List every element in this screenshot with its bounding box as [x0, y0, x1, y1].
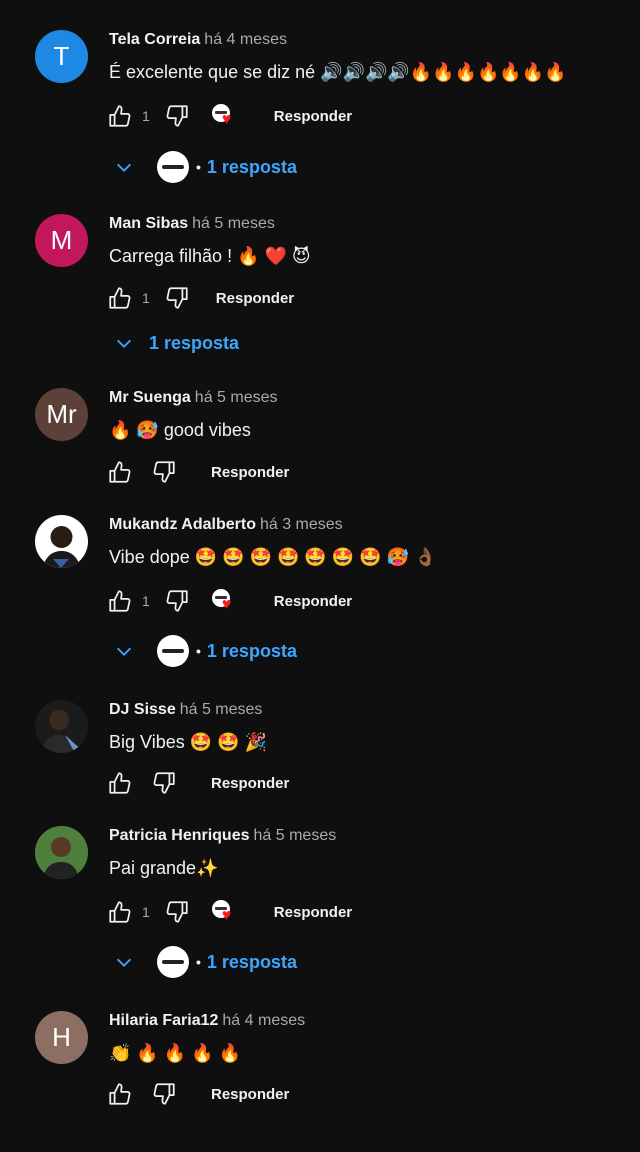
replies-label: 1 resposta [206, 156, 297, 177]
dislike-icon[interactable] [151, 459, 177, 485]
avatar[interactable] [35, 515, 88, 568]
comment-text: Pai grande✨ [109, 858, 219, 878]
reply-button[interactable]: Responder [211, 464, 289, 481]
avatar[interactable]: H [35, 1011, 88, 1064]
comment-text: 🔥 🥵 good vibes [109, 420, 251, 440]
comment-author[interactable]: Man Sibas [109, 215, 188, 232]
reply-button[interactable]: Responder [211, 775, 289, 792]
creator-heart-icon: ♥ [210, 102, 242, 130]
comment-text: 👏 🔥 🔥 🔥 🔥 [109, 1043, 242, 1063]
comment-author[interactable]: DJ Sisse [109, 701, 176, 718]
like-count: 1 [142, 290, 150, 306]
reply-button[interactable]: Responder [216, 290, 294, 307]
like-count: 1 [142, 904, 150, 920]
view-replies-button[interactable]: • 1 resposta [113, 944, 297, 980]
dislike-icon[interactable] [164, 103, 190, 129]
like-count: 1 [142, 593, 150, 609]
comment-time[interactable]: há 5 meses [180, 701, 263, 718]
replies-label: 1 resposta [206, 640, 297, 661]
view-replies-button[interactable]: 1 resposta [113, 325, 239, 361]
chevron-down-icon [116, 647, 132, 656]
creator-heart-icon: ♥ [210, 587, 242, 615]
comment-actions: 1 ♥ Responder [107, 102, 352, 130]
person-photo-icon [43, 526, 80, 568]
like-icon[interactable] [107, 770, 133, 796]
chevron-down-icon [116, 339, 132, 348]
comment-time[interactable]: há 5 meses [192, 215, 275, 232]
dislike-icon[interactable] [164, 899, 190, 925]
dislike-icon[interactable] [151, 1081, 177, 1107]
comment-actions: 1 Responder [107, 284, 294, 312]
comment-text: Vibe dope 🤩 🤩 🤩 🤩 🤩 🤩 🤩 🥵 👌🏾 [109, 547, 437, 567]
replies-label: 1 resposta [206, 951, 297, 972]
person-photo-icon [41, 710, 85, 753]
comment-time[interactable]: há 5 meses [195, 389, 278, 406]
like-icon[interactable] [107, 588, 133, 614]
comment-author[interactable]: Mr Suenga [109, 389, 191, 406]
comment-author[interactable]: Tela Correia [109, 31, 200, 48]
comment-author[interactable]: Patricia Henriques [109, 827, 250, 844]
like-icon[interactable] [107, 103, 133, 129]
avatar[interactable] [35, 700, 88, 753]
avatar[interactable]: M [35, 214, 88, 267]
like-icon[interactable] [107, 285, 133, 311]
comment-text: Carrega filhão ! 🔥 ❤️ 😈 [109, 246, 311, 266]
like-count: 1 [142, 108, 150, 124]
like-icon[interactable] [107, 1081, 133, 1107]
comment-time[interactable]: há 4 meses [222, 1012, 305, 1029]
creator-avatar [157, 151, 189, 183]
dislike-icon[interactable] [164, 588, 190, 614]
dislike-icon[interactable] [164, 285, 190, 311]
view-replies-button[interactable]: • 1 resposta [113, 149, 297, 185]
creator-heart-icon: ♥ [210, 898, 242, 926]
comment-actions: Responder [107, 1080, 289, 1108]
avatar[interactable]: Mr [35, 388, 88, 441]
comment-time[interactable]: há 4 meses [204, 31, 287, 48]
avatar[interactable] [35, 826, 88, 879]
like-icon[interactable] [107, 899, 133, 925]
comment-author[interactable]: Hilaria Faria12 [109, 1012, 218, 1029]
replies-label: 1 resposta [149, 332, 240, 353]
comment-actions: Responder [107, 458, 289, 486]
reply-button[interactable]: Responder [274, 108, 352, 125]
comment-actions: Responder [107, 769, 289, 797]
avatar[interactable]: T [35, 30, 88, 83]
creator-avatar [157, 946, 189, 978]
chevron-down-icon [116, 958, 132, 967]
like-icon[interactable] [107, 459, 133, 485]
comment-author[interactable]: Mukandz Adalberto [109, 516, 256, 533]
view-replies-button[interactable]: • 1 resposta [113, 633, 297, 669]
chevron-down-icon [116, 163, 132, 172]
comment-text: Big Vibes 🤩 🤩 🎉 [109, 732, 267, 752]
creator-avatar [157, 635, 189, 667]
comment-time[interactable]: há 3 meses [260, 516, 343, 533]
person-photo-icon [35, 826, 88, 879]
comment-text: É excelente que se diz né 🔊🔊🔊🔊🔥🔥🔥🔥🔥🔥🔥 [109, 62, 567, 82]
reply-button[interactable]: Responder [211, 1086, 289, 1103]
comment-actions: 1 ♥ Responder [107, 587, 352, 615]
comment-time[interactable]: há 5 meses [254, 827, 337, 844]
reply-button[interactable]: Responder [274, 593, 352, 610]
dislike-icon[interactable] [151, 770, 177, 796]
comment-actions: 1 ♥ Responder [107, 898, 352, 926]
reply-button[interactable]: Responder [274, 904, 352, 921]
